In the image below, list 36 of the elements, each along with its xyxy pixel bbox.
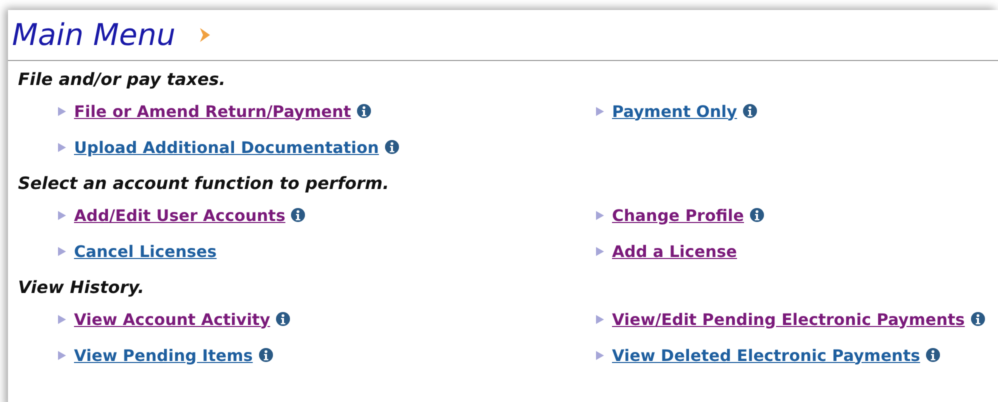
- info-icon[interactable]: [276, 312, 290, 326]
- section-heading: View History.: [18, 277, 146, 300]
- section-heading: File and/or pay taxes.: [18, 69, 226, 92]
- info-icon[interactable]: [384, 140, 399, 154]
- menu-link[interactable]: File or Amend Return/Payment: [74, 102, 352, 120]
- menu-link[interactable]: View Deleted Electronic Payments: [612, 346, 920, 364]
- arrow-icon: [58, 314, 66, 324]
- menu-link[interactable]: View Account Activity: [74, 310, 270, 328]
- arrow-icon: [596, 314, 604, 324]
- arrow-icon: [596, 106, 604, 116]
- menu-link[interactable]: Upload Additional Documentation: [74, 138, 379, 156]
- menu-link[interactable]: Payment Only: [612, 102, 738, 120]
- arrow-icon: [596, 246, 604, 256]
- arrow-icon: [58, 210, 66, 220]
- info-icon[interactable]: [743, 104, 758, 118]
- info-icon[interactable]: [750, 208, 764, 222]
- arrow-icon: [58, 106, 66, 116]
- arrow-icon: [58, 246, 66, 256]
- info-icon[interactable]: [357, 104, 372, 118]
- menu-link[interactable]: View Pending Items: [74, 346, 253, 364]
- page-title: Main Menu: [12, 18, 176, 52]
- menu-link[interactable]: View/Edit Pending Electronic Payments: [612, 310, 965, 328]
- menu-link[interactable]: Cancel Licenses: [74, 242, 217, 260]
- arrow-icon: [596, 350, 604, 360]
- section-heading: Select an account function to perform.: [18, 173, 390, 196]
- menu-link[interactable]: Change Profile: [612, 206, 744, 224]
- arrow-icon: [58, 350, 66, 360]
- info-icon[interactable]: [258, 348, 273, 362]
- info-icon[interactable]: [291, 208, 306, 222]
- arrow-icon: [58, 142, 66, 152]
- menu-link[interactable]: Add a License: [612, 242, 738, 260]
- info-icon[interactable]: [970, 312, 985, 326]
- chevron-icon: [200, 28, 210, 42]
- menu-link[interactable]: Add/Edit User Accounts: [74, 206, 286, 224]
- info-icon[interactable]: [926, 348, 940, 362]
- arrow-icon: [596, 210, 604, 220]
